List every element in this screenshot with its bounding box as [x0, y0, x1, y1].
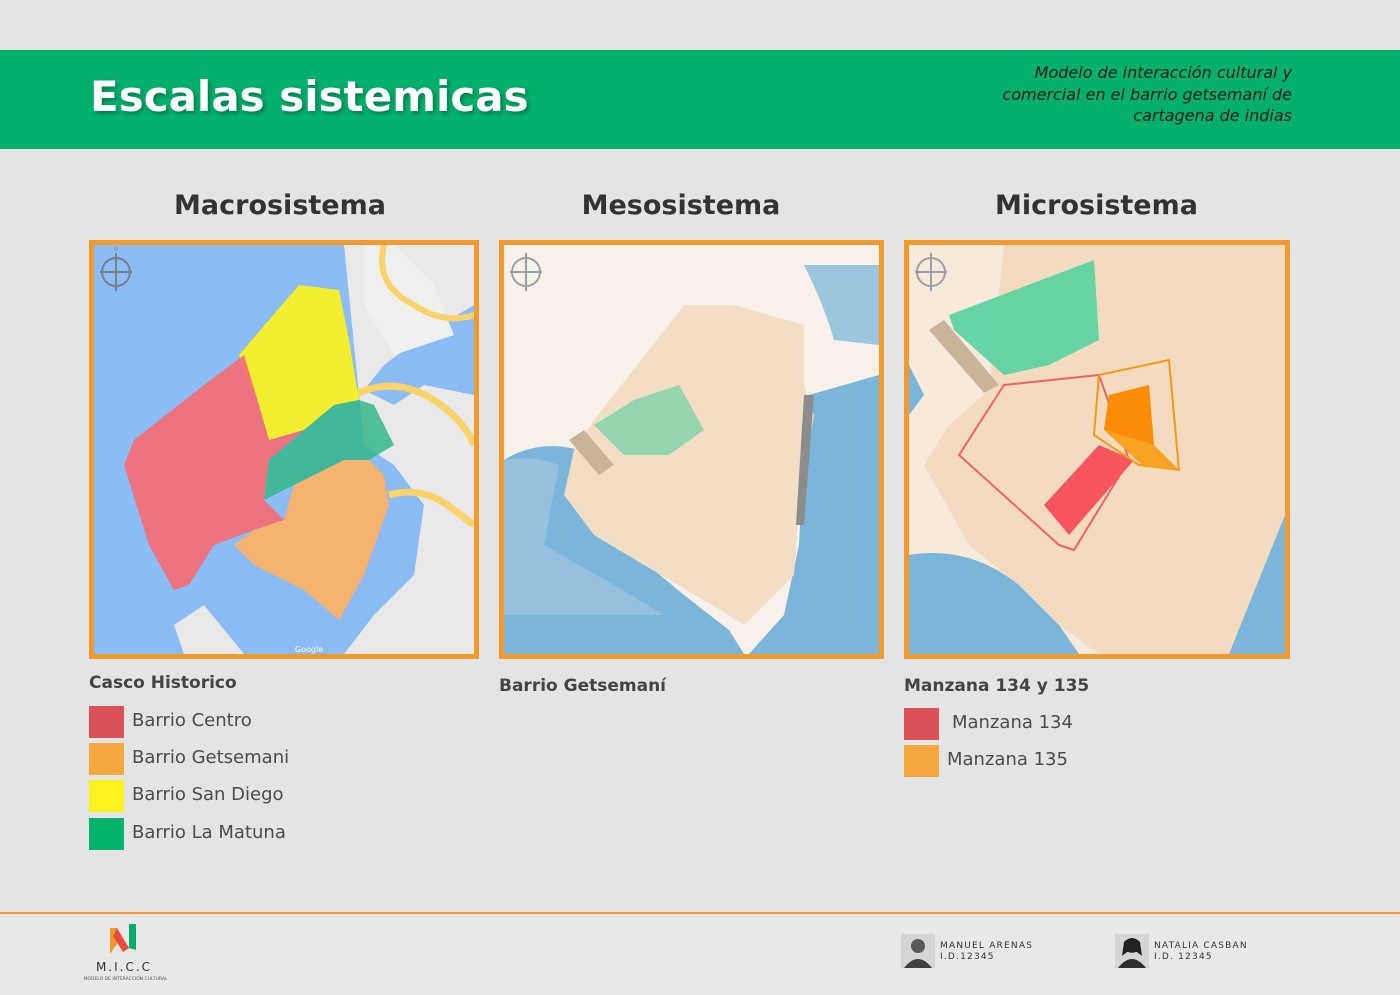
macrosystem-map-graphic: N Google [94, 245, 474, 654]
microsystem-map-graphic [909, 245, 1285, 654]
logo-mark-icon [110, 924, 136, 954]
microsystem-caption: Manzana 134 y 135 [904, 676, 1090, 696]
compass-letter: N [114, 247, 118, 253]
author-name: NATALIA CASBAN [1154, 941, 1248, 951]
legend-label: Barrio Centro [132, 710, 252, 731]
macrosystem-caption: Casco Historico [89, 673, 237, 693]
macrosystem-map: N Google [89, 240, 479, 659]
person-icon [1118, 938, 1146, 968]
legend-label: Barrio La Matuna [132, 822, 286, 843]
avatar [1115, 934, 1149, 968]
logo-tagline: MODELO DE INTERACCIÓN CULTURAL [83, 977, 168, 982]
avatar [901, 934, 935, 968]
author-id: I.D.12345 [940, 952, 995, 962]
legend-label: Barrio San Diego [132, 784, 284, 805]
page-subtitle: Modelo de interacción cultural y comerci… [1002, 63, 1292, 125]
page-title: Escalas sistemicas [90, 72, 529, 121]
logo: M.I.C.C MODELO DE INTERACCIÓN CULTURAL [78, 920, 173, 986]
microsystem-title: Microsistema [995, 190, 1198, 221]
legend-swatch [89, 706, 124, 738]
person-icon [904, 939, 932, 968]
legend-label: Manzana 135 [947, 749, 1068, 770]
mesosystem-map [499, 240, 884, 659]
legend-swatch [89, 743, 124, 775]
author-id: I.D. 12345 [1154, 952, 1213, 962]
legend-swatch [89, 818, 124, 850]
legend-swatch [89, 780, 124, 812]
author-name: MANUEL ARENAS [940, 941, 1034, 951]
mesosystem-caption: Barrio Getsemaní [499, 676, 666, 696]
map-watermark: Google [295, 645, 323, 654]
microsystem-map [904, 240, 1290, 659]
macrosystem-title: Macrosistema [174, 190, 386, 221]
legend-swatch [904, 745, 939, 777]
legend-label: Barrio Getsemani [132, 747, 290, 768]
mesosystem-map-graphic [504, 245, 879, 654]
mesosystem-title: Mesosistema [581, 190, 781, 221]
logo-name: M.I.C.C [95, 960, 153, 974]
legend-label: Manzana 134 [952, 712, 1073, 733]
legend-swatch [904, 708, 939, 740]
